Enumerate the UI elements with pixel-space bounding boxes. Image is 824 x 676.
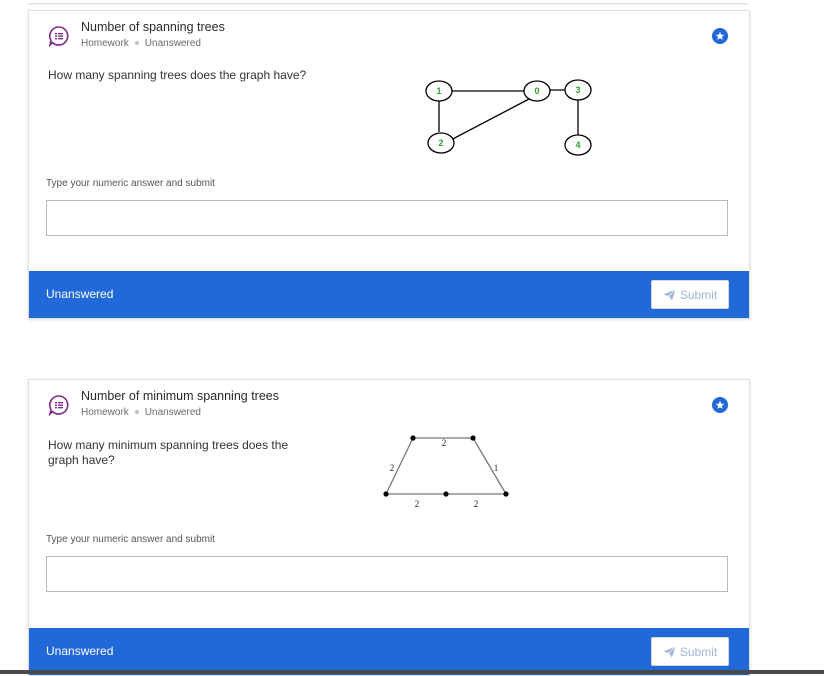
answer-hint: Type your numeric answer and submit — [46, 178, 215, 189]
question-category: Homework — [81, 407, 129, 418]
submit-button[interactable]: Submit — [651, 637, 729, 666]
submit-button[interactable]: Submit — [651, 280, 729, 309]
graph-node-label: 0 — [534, 86, 539, 96]
answer-hint: Type your numeric answer and submit — [46, 534, 215, 545]
edge-weight-label: 2 — [390, 463, 395, 473]
paper-plane-icon — [663, 288, 676, 300]
previous-card-edge — [28, 0, 748, 4]
graph-figure: 1 0 3 2 4 — [425, 79, 592, 156]
window-bottom-edge — [0, 670, 824, 674]
card-footer: Unanswered Submit — [29, 628, 749, 675]
bookmark-star-button[interactable] — [712, 397, 728, 413]
edge-weight-label: 2 — [474, 499, 479, 509]
submit-label: Submit — [679, 644, 718, 659]
question-title: Number of minimum spanning trees — [81, 389, 279, 403]
submit-label: Submit — [679, 287, 718, 302]
edge-weight-label: 1 — [494, 463, 499, 473]
chat-question-icon — [48, 25, 70, 48]
separator-dot — [134, 40, 139, 45]
card-footer: Unanswered Submit — [29, 271, 749, 318]
numeric-answer-input[interactable] — [46, 200, 728, 236]
question-meta: Homework Unanswered — [81, 407, 201, 418]
question-state: Unanswered — [144, 38, 201, 49]
question-card-minimum-spanning-trees: Number of minimum spanning trees Homewor… — [28, 379, 750, 676]
question-state: Unanswered — [144, 407, 201, 418]
question-card-spanning-trees: Number of spanning trees Homework Unanswe… — [28, 10, 750, 319]
question-meta: Homework Unanswered — [81, 38, 201, 49]
separator-dot — [134, 409, 139, 414]
bookmark-star-button[interactable] — [712, 28, 728, 44]
question-title: Number of spanning trees — [81, 20, 225, 34]
graph-node-label: 2 — [438, 138, 443, 148]
graph-node-label: 1 — [436, 86, 441, 96]
question-prompt: How many minimum spanning trees does the… — [48, 438, 289, 467]
question-category: Homework — [81, 38, 129, 49]
edge-weight-label: 2 — [442, 438, 447, 448]
chat-question-icon — [48, 394, 70, 417]
edge-weight-label: 2 — [415, 499, 420, 509]
numeric-answer-input[interactable] — [46, 556, 728, 592]
weighted-graph-figure: 2 2 1 2 2 — [383, 435, 509, 509]
star-icon — [715, 31, 725, 40]
star-icon — [715, 400, 725, 409]
paper-plane-icon — [663, 645, 676, 657]
answer-status: Unanswered — [46, 644, 114, 658]
question-prompt: How many spanning trees does the graph h… — [48, 68, 307, 82]
graph-node-label: 3 — [575, 85, 580, 95]
graph-node-label: 4 — [575, 140, 580, 150]
answer-status: Unanswered — [46, 287, 114, 301]
